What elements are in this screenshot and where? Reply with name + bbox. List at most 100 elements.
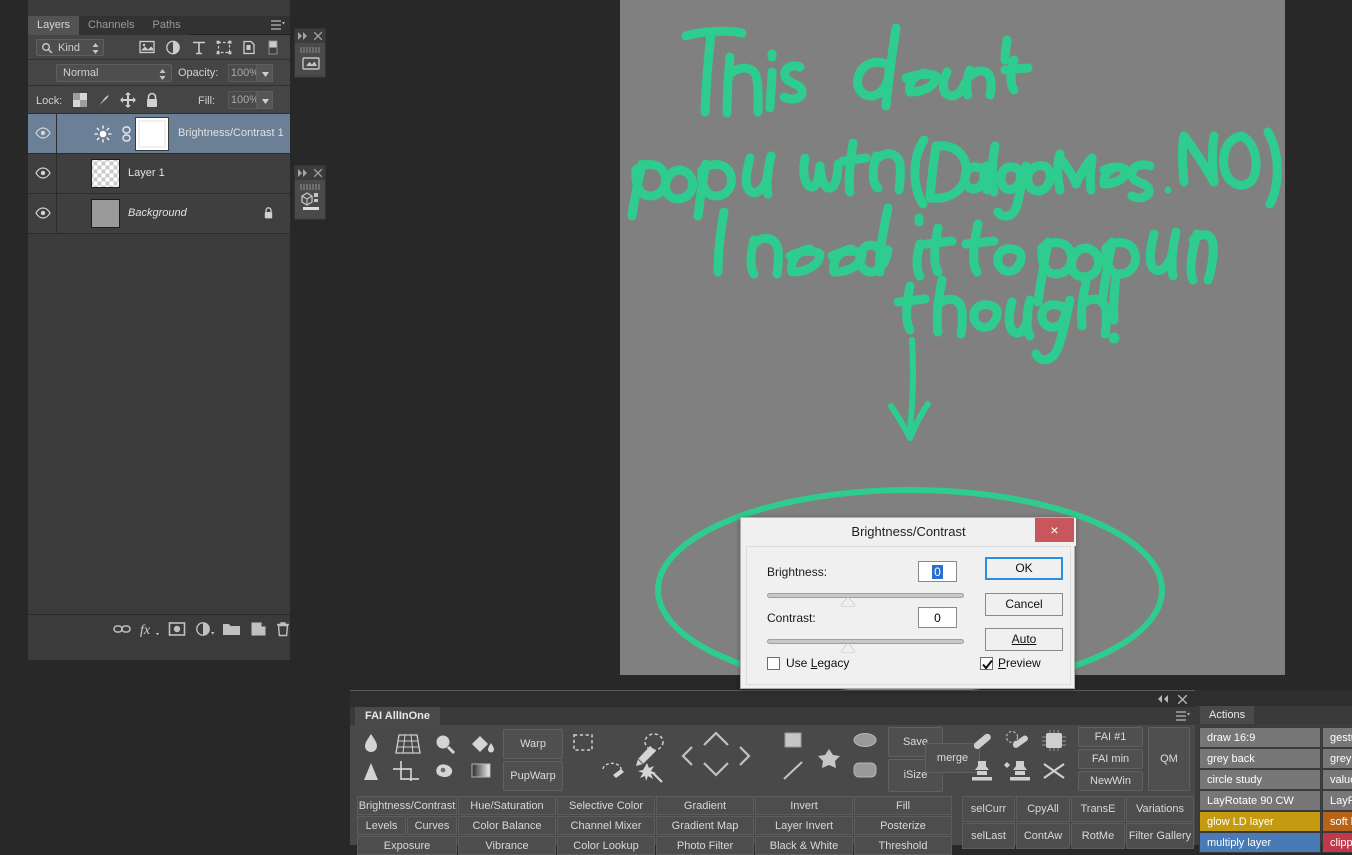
history-icon[interactable]	[302, 55, 320, 71]
grid-button-gradient[interactable]: Gradient	[656, 796, 754, 815]
clone-stamp-icon[interactable]	[965, 759, 999, 785]
3d-panel-header[interactable]	[295, 166, 325, 180]
chevron-right-icon[interactable]	[734, 743, 754, 769]
collapse-panel-icon[interactable]	[1157, 695, 1169, 703]
grid-button-posterize[interactable]: Posterize	[854, 816, 952, 835]
history-panel-collapsed[interactable]	[294, 28, 326, 78]
grid-button-selective-color[interactable]: Selective Color	[557, 796, 655, 815]
layer-mask-thumbnail[interactable]	[135, 117, 169, 151]
marquee-ellipse-icon[interactable]	[637, 731, 671, 757]
chevron-down-icon[interactable]	[700, 757, 732, 781]
lasso-icon[interactable]	[598, 759, 632, 785]
grid-button-curves[interactable]: Curves	[407, 816, 457, 835]
layers-panel-resize-bar[interactable]	[28, 642, 290, 660]
zoom-icon[interactable]	[428, 731, 462, 757]
contrast-slider-thumb[interactable]	[841, 643, 855, 652]
chevron-up-icon[interactable]	[700, 727, 732, 751]
layer-row[interactable]: Background	[28, 194, 290, 234]
crop-icon[interactable]	[391, 759, 425, 785]
layer-filter-row[interactable]: Kind	[28, 35, 290, 60]
dodge-icon[interactable]	[428, 759, 462, 785]
tab-channels[interactable]: Channels	[79, 16, 144, 35]
lock-transparent-pixels-icon[interactable]	[72, 92, 88, 108]
spot-healing-icon[interactable]	[1001, 729, 1035, 755]
layer-visibility-toggle[interactable]	[28, 194, 57, 233]
use-legacy-checkbox[interactable]	[767, 657, 780, 670]
grid-button-gradient-map[interactable]: Gradient Map	[656, 816, 754, 835]
layer-thumbnail[interactable]	[91, 199, 120, 228]
custom-shape-icon[interactable]	[812, 746, 846, 772]
cancel-button[interactable]: Cancel	[985, 593, 1063, 616]
smart-object-filter-icon[interactable]	[240, 39, 258, 56]
layer-thumbnail[interactable]	[91, 159, 120, 188]
layer-visibility-toggle[interactable]	[28, 114, 57, 153]
grid-button-black-and-white[interactable]: Black & White	[755, 836, 853, 855]
layer-row[interactable]: Brightness/Contrast 1	[28, 114, 290, 154]
grid-button-brightness-contrast[interactable]: Brightness/Contrast	[357, 796, 457, 815]
grid-button-sellast[interactable]: selLast	[962, 823, 1015, 849]
grid-button-cpyall[interactable]: CpyAll	[1016, 796, 1070, 822]
lock-row[interactable]: Lock: Fill: 100%	[28, 86, 290, 114]
grid-button-vibrance[interactable]: Vibrance	[458, 836, 556, 855]
grid-button-hue-saturation[interactable]: Hue/Saturation	[458, 796, 556, 815]
layers-panel-footer[interactable]: fx	[28, 614, 290, 642]
action-button[interactable]: circle study	[1199, 769, 1321, 790]
grid-button-color-lookup[interactable]: Color Lookup	[557, 836, 655, 855]
close-icon[interactable]	[314, 32, 322, 40]
contrast-input[interactable]: 0	[918, 607, 957, 628]
history-panel-header[interactable]	[295, 29, 325, 43]
healing-brush-icon[interactable]	[965, 729, 999, 755]
panel-menu-icon[interactable]	[271, 20, 285, 31]
faimin-button[interactable]: FAI min	[1078, 749, 1143, 769]
action-button[interactable]: clipp	[1322, 832, 1352, 853]
action-button[interactable]: grey back	[1199, 748, 1321, 769]
pattern-stamp-icon[interactable]	[1001, 759, 1035, 785]
tab-layers[interactable]: Layers	[28, 16, 80, 35]
layer-list[interactable]: Brightness/Contrast 1 Layer 1 Background	[28, 114, 290, 234]
type-layer-filter-icon[interactable]	[190, 39, 208, 56]
new-layer-icon[interactable]	[250, 620, 267, 638]
history-panel-body[interactable]	[295, 43, 325, 75]
grid-button-levels[interactable]: Levels	[357, 816, 406, 835]
3d-panel-collapsed[interactable]	[294, 165, 326, 220]
brightness-input[interactable]: 0	[918, 561, 957, 582]
pupwarp-button[interactable]: PupWarp	[503, 761, 563, 791]
grid-button-transe[interactable]: TransE	[1071, 796, 1125, 822]
action-button[interactable]: grey	[1322, 748, 1352, 769]
layer-row[interactable]: Layer 1	[28, 154, 290, 194]
shuffle-icon[interactable]	[1038, 759, 1072, 785]
patch-icon[interactable]	[1038, 729, 1072, 755]
contrast-slider-track[interactable]	[767, 639, 964, 644]
brightness-slider-thumb[interactable]	[841, 597, 855, 606]
grid-button-photo-filter[interactable]: Photo Filter	[656, 836, 754, 855]
paint-bucket-icon[interactable]	[465, 731, 499, 757]
grid-button-color-balance[interactable]: Color Balance	[458, 816, 556, 835]
layer-mask-link-icon[interactable]	[120, 126, 133, 142]
grid-button-contaw[interactable]: ContAw	[1016, 823, 1070, 849]
action-button[interactable]: multiply layer	[1199, 832, 1321, 853]
action-button[interactable]: LayRotate 90 CW	[1199, 790, 1321, 811]
grid-button-fill[interactable]: Fill	[854, 796, 952, 815]
new-group-icon[interactable]	[222, 620, 241, 638]
close-icon[interactable]	[314, 169, 322, 177]
opacity-dropdown-button[interactable]	[256, 64, 273, 82]
auto-button[interactable]: Auto	[985, 628, 1063, 651]
action-button[interactable]: LayR	[1322, 790, 1352, 811]
action-button[interactable]: soft l	[1322, 811, 1352, 832]
layers-panel-tabbar[interactable]: Layers Channels Paths	[28, 16, 290, 35]
fill-dropdown-button[interactable]	[256, 91, 273, 109]
panel-menu-icon[interactable]	[1176, 711, 1190, 722]
action-button[interactable]: value	[1322, 769, 1352, 790]
newwin-button[interactable]: NewWin	[1078, 771, 1143, 791]
shape-layer-filter-icon[interactable]	[215, 39, 233, 56]
3d-panel-body[interactable]	[295, 180, 325, 218]
action-button[interactable]: draw 16:9	[1199, 727, 1321, 748]
pixel-layer-filter-icon[interactable]	[138, 39, 156, 56]
grid-button-channel-mixer[interactable]: Channel Mixer	[557, 816, 655, 835]
expand-panel-icon[interactable]	[298, 32, 308, 40]
gradient-icon[interactable]	[465, 759, 499, 785]
grid-button-exposure[interactable]: Exposure	[357, 836, 457, 855]
gradient-triangle-icon[interactable]	[354, 759, 388, 785]
new-adjustment-layer-icon[interactable]	[195, 620, 215, 638]
perspective-grid-icon[interactable]	[391, 731, 425, 757]
